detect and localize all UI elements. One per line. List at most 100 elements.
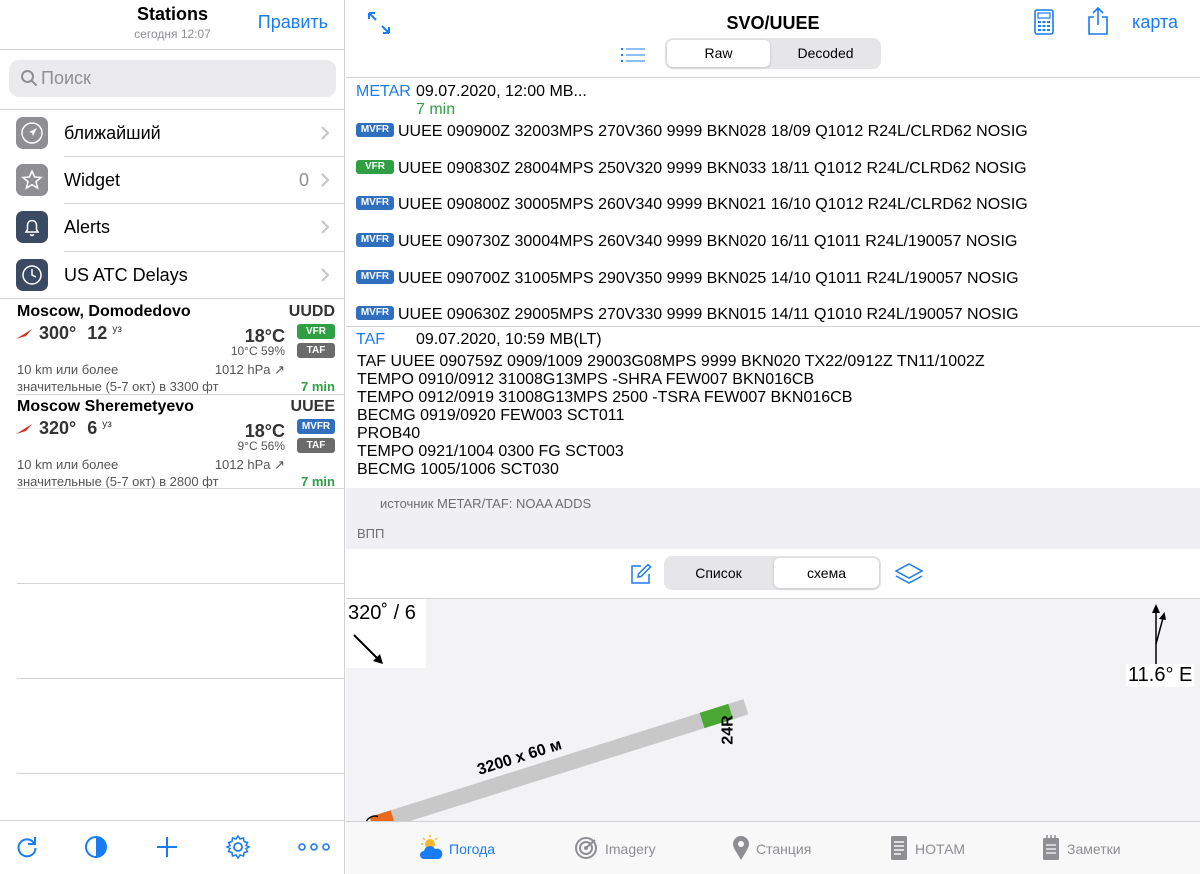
tab-weather[interactable]: Погода <box>418 822 528 874</box>
menu-item-widget[interactable]: Widget 0 <box>0 157 345 204</box>
taf-line: TEMPO 0912/0919 31008G13MPS 2500 -TSRA F… <box>357 389 853 406</box>
edit-icon[interactable] <box>630 563 652 585</box>
calculator-icon[interactable] <box>1034 9 1054 35</box>
document-icon <box>891 836 907 860</box>
runway-end-label: 24R <box>719 715 737 745</box>
wind-speed: 12 <box>87 323 108 343</box>
source-section: источник METAR/TAF: NOAA ADDS ВПП <box>346 488 1200 549</box>
station-detail-pane: SVO/UUEE карта Raw Decoded METAR 09.07.2… <box>346 0 1200 874</box>
metar-text: UUEE 090830Z 28004MPS 250V320 9999 BKN03… <box>398 160 1027 177</box>
taf-date: 09.07.2020, 10:59 MB(LT) <box>416 331 602 348</box>
station-wind: 300° 12 уз <box>14 323 122 344</box>
star-icon <box>16 164 48 196</box>
tab-label: Станция <box>756 841 812 857</box>
search-placeholder: Поиск <box>41 68 91 88</box>
station-clouds: значительные (5-7 окт) в 2800 фт <box>17 474 219 489</box>
metar-text: UUEE 090800Z 30005MPS 260V340 9999 BKN02… <box>398 196 1028 213</box>
divider <box>17 583 345 584</box>
taf-badge: TAF <box>297 343 335 358</box>
map-button[interactable]: карта <box>1132 12 1178 33</box>
refresh-icon[interactable] <box>14 834 40 860</box>
app-root: Stations сегодня 12:07 Править Поиск бли… <box>0 0 1200 874</box>
segment-decoded[interactable]: Decoded <box>772 40 879 67</box>
stations-pane: Stations сегодня 12:07 Править Поиск бли… <box>0 0 345 874</box>
layers-icon[interactable] <box>894 561 924 587</box>
search-input[interactable]: Поиск <box>9 60 336 97</box>
station-report-age: 7 min <box>301 379 335 394</box>
menu-item-label: US ATC Delays <box>64 265 188 285</box>
tab-imagery[interactable]: Imagery <box>574 822 664 874</box>
station-dewpoint-humidity: 10°C 59% <box>230 344 285 358</box>
metar-date: 09.07.2020, 12:00 MB... <box>416 83 587 100</box>
runway-diagram[interactable]: 320˚ / 6 11.6° E 3200 x 60 м 24R <box>346 599 1200 821</box>
share-icon[interactable] <box>1086 6 1110 36</box>
flight-category-badge: MVFR <box>356 306 394 320</box>
taf-line: TEMPO 0910/0912 31008G13MPS -SHRA FEW007… <box>357 371 815 388</box>
search-icon <box>21 70 37 86</box>
list-icon[interactable] <box>621 47 645 63</box>
tab-station[interactable]: Станция <box>732 822 832 874</box>
tab-bar: Погода Imagery Станция НОТАМ Заметки <box>346 821 1200 874</box>
station-visibility: 10 km или более <box>17 457 119 472</box>
contrast-icon[interactable] <box>83 834 109 860</box>
flight-category-badge: VFR <box>356 160 394 174</box>
station-row-uudd[interactable]: Moscow, Domodedovo UUDD 300° 12 уз 18°C … <box>0 299 345 394</box>
edit-button[interactable]: Править <box>258 12 328 33</box>
runway-surface <box>371 699 749 821</box>
station-name: Moscow Sheremetyevo <box>17 398 194 415</box>
clock-icon <box>16 259 48 291</box>
metar-age: 7 min <box>416 101 456 118</box>
wind-unit: уз <box>102 419 112 430</box>
taf-line: BECMG 1005/1006 SCT030 <box>357 461 559 478</box>
runway-graphic <box>364 699 749 821</box>
tab-notes[interactable]: Заметки <box>1042 822 1142 874</box>
flight-category-badge: VFR <box>297 324 335 339</box>
station-pressure: 1012 hPa ↗ <box>214 362 285 377</box>
menu-item-atc-delays[interactable]: US ATC Delays <box>0 252 345 299</box>
taf-line: TAF UUEE 090759Z 0909/1009 29003G08MPS 9… <box>357 353 985 370</box>
add-icon[interactable] <box>154 834 180 860</box>
divider <box>17 678 345 679</box>
metar-text: UUEE 090900Z 32003MPS 270V360 9999 BKN02… <box>398 123 1028 140</box>
segment-list[interactable]: Список <box>666 558 771 588</box>
chevron-right-icon <box>321 268 330 282</box>
map-pin-icon <box>733 836 749 860</box>
data-source-note: источник METAR/TAF: NOAA ADDS <box>380 496 592 511</box>
flight-category-badge: MVFR <box>356 233 394 247</box>
taf-line: BECMG 0919/0920 FEW003 SCT011 <box>357 407 625 424</box>
location-arrow-icon <box>16 117 48 149</box>
station-row-uuee[interactable]: Moscow Sheremetyevo UUEE 320° 6 уз 18°C … <box>0 394 345 489</box>
chevron-right-icon <box>321 173 330 187</box>
station-code: UUEE <box>290 398 335 415</box>
divider <box>17 773 345 774</box>
tab-label: Imagery <box>605 841 656 857</box>
taf-label: TAF <box>356 331 386 348</box>
wind-speed: 6 <box>87 418 98 438</box>
stations-toolbar <box>0 820 345 874</box>
station-visibility: 10 km или более <box>17 362 119 377</box>
menu-item-alerts[interactable]: Alerts <box>0 204 345 251</box>
segment-raw[interactable]: Raw <box>667 40 770 67</box>
tab-label: Заметки <box>1067 841 1121 857</box>
metar-label: METAR <box>356 83 411 100</box>
taf-line: PROB40 <box>357 425 421 442</box>
menu-item-nearest[interactable]: ближайший <box>0 110 345 157</box>
chevron-right-icon <box>321 220 330 234</box>
taf-badge: TAF <box>297 438 335 453</box>
runways-section-header: ВПП <box>357 526 385 541</box>
taf-line: TEMPO 0921/1004 0300 FG SCT003 <box>357 443 624 460</box>
station-code: UUDD <box>288 303 335 320</box>
flight-category-badge: MVFR <box>356 270 394 284</box>
gear-icon[interactable] <box>225 834 251 860</box>
more-icon[interactable] <box>297 834 331 860</box>
runway-view-toolbar: Список схема <box>346 549 1200 599</box>
notepad-icon <box>1043 835 1059 860</box>
detail-title: SVO/UUEE <box>726 13 820 33</box>
stations-nav-bar: Stations сегодня 12:07 Править <box>0 0 345 50</box>
wind-arrow-icon <box>16 329 32 340</box>
tab-notam[interactable]: НОТАМ <box>890 822 980 874</box>
wind-arrow-icon <box>16 424 32 435</box>
segment-scheme[interactable]: схема <box>774 558 879 588</box>
flight-category-badge: MVFR <box>356 123 394 137</box>
wind-direction: 300° <box>39 323 77 343</box>
